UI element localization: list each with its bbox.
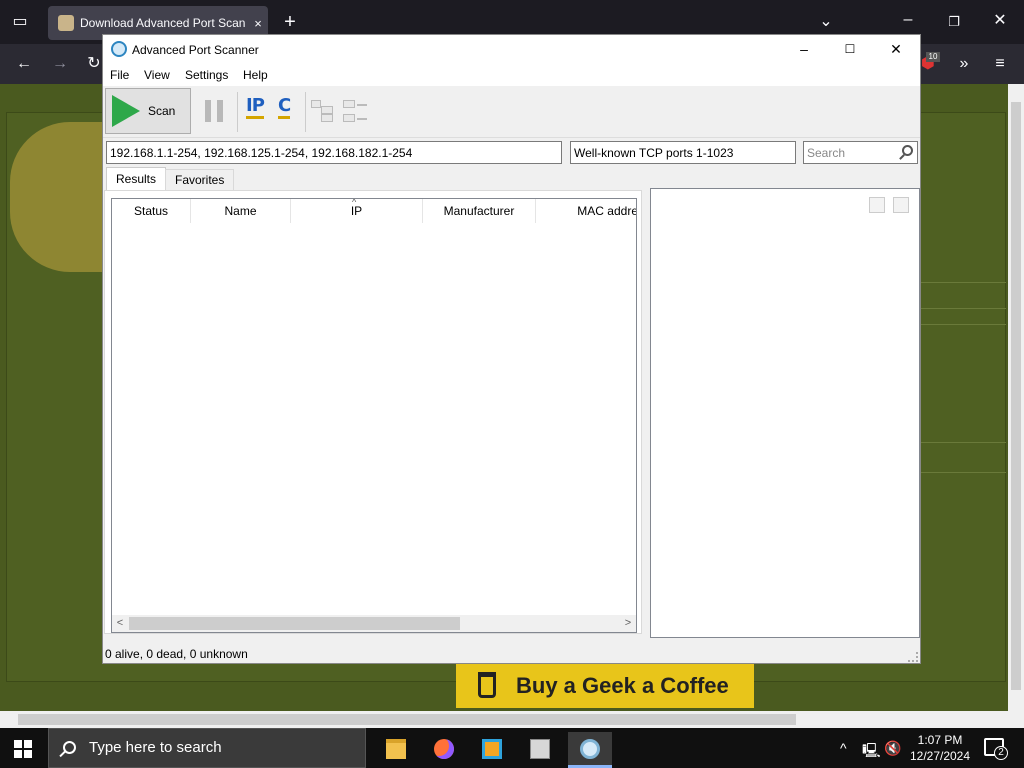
menu-file[interactable]: File (110, 68, 129, 82)
clock-time: 1:07 PM (917, 733, 963, 747)
status-bar: 0 alive, 0 dead, 0 unknown (103, 646, 920, 664)
more-tools-icon[interactable]: » (954, 56, 974, 72)
close-button[interactable]: ✕ (873, 37, 919, 61)
windows-start-icon[interactable] (14, 740, 32, 758)
web-divider (920, 308, 1006, 309)
taskbar-search-input[interactable]: Type here to search (48, 728, 366, 768)
minimize-button[interactable]: – (781, 37, 827, 61)
reload-icon[interactable]: ↻ (84, 56, 104, 72)
show-hidden-icons-icon[interactable]: ^ (840, 740, 847, 756)
buy-coffee-text: Buy a Geek a Coffee (516, 673, 729, 698)
back-icon[interactable]: ← (14, 56, 34, 72)
column-mac-address[interactable]: MAC addre (536, 199, 636, 223)
details-pane (650, 188, 920, 638)
sort-ascending-icon: ^ (352, 198, 357, 207)
port-scanner-icon (111, 41, 127, 57)
taskbar: Type here to search ^ 🖳 🔇 1:07 PM 12/27/… (0, 728, 1024, 768)
ip-range-input[interactable]: 192.168.1.1-254, 192.168.125.1-254, 192.… (106, 141, 562, 164)
pause-icon (205, 100, 211, 122)
tab-results[interactable]: Results (106, 167, 167, 191)
ublock-badge: 10 (926, 52, 940, 62)
new-tab-button[interactable]: + (280, 12, 300, 32)
menu-bar: File View Settings Help (103, 64, 920, 86)
page-vertical-scrollbar[interactable] (1008, 84, 1024, 711)
save-icon[interactable] (893, 197, 909, 213)
coffee-cup-icon (478, 672, 496, 698)
browser-tab-title: Download Advanced Port Scan (80, 16, 246, 30)
buy-coffee-banner[interactable]: Buy a Geek a Coffee (456, 664, 754, 708)
page-horizontal-scrollbar[interactable] (0, 711, 1024, 728)
virtualbox-icon[interactable] (470, 732, 514, 768)
network-icon[interactable] (518, 732, 562, 768)
search-icon (63, 741, 76, 754)
tab-favorites[interactable]: Favorites (165, 169, 235, 190)
maximize-button[interactable]: ☐ (827, 37, 873, 61)
tree-expand-icon[interactable] (311, 100, 335, 122)
scan-button[interactable]: Scan (105, 88, 191, 134)
menu-settings[interactable]: Settings (185, 68, 228, 82)
taskbar-search-placeholder: Type here to search (89, 739, 222, 756)
file-explorer-icon[interactable] (374, 732, 418, 768)
port-scanner-icon[interactable] (568, 732, 612, 768)
play-icon (112, 95, 140, 127)
toolbar-separator (305, 92, 306, 132)
network-status-icon[interactable]: 🖳 (862, 740, 881, 764)
clock-date: 12/27/2024 (909, 749, 971, 763)
ip-icon[interactable]: IP (246, 96, 265, 119)
clock[interactable]: 1:07 PM 12/27/2024 (904, 732, 976, 764)
ports-input[interactable]: Well-known TCP ports 1-1023 (570, 141, 796, 164)
menu-help[interactable]: Help (243, 68, 268, 82)
forward-icon[interactable]: → (50, 56, 70, 72)
toolbar: Scan IP C (103, 86, 920, 138)
menu-view[interactable]: View (144, 68, 170, 82)
scroll-thumb[interactable] (1011, 102, 1021, 690)
results-pane: Status Name IP ^ Manufacturer MAC addre … (104, 190, 642, 634)
c-icon[interactable]: C (278, 96, 291, 119)
scan-label: Scan (148, 104, 176, 118)
column-ip[interactable]: IP (291, 199, 423, 223)
web-divider (920, 442, 1006, 443)
scroll-thumb[interactable] (129, 617, 460, 630)
column-manufacturer[interactable]: Manufacturer (423, 199, 536, 223)
port-scanner-window: Advanced Port Scanner – ☐ ✕ File View Se… (102, 34, 921, 664)
minimize-icon[interactable]: – (898, 12, 918, 28)
status-text: 0 alive, 0 dead, 0 unknown (105, 647, 248, 661)
search-placeholder: Search (807, 146, 846, 160)
firefox-icon[interactable] (422, 732, 466, 768)
resize-grip-icon[interactable] (908, 652, 918, 662)
close-icon[interactable]: ✕ (990, 13, 1010, 29)
column-status[interactable]: Status (112, 199, 191, 223)
restore-icon[interactable]: ❐ (944, 14, 964, 30)
tab-list-icon[interactable]: ▭ (10, 14, 30, 30)
scroll-left-icon[interactable]: < (112, 616, 128, 631)
grid-header: Status Name IP ^ Manufacturer MAC addre (112, 198, 636, 223)
scroll-thumb[interactable] (18, 714, 796, 725)
search-icon[interactable] (902, 145, 913, 156)
menu-icon[interactable]: ≡ (990, 56, 1010, 72)
tab-favicon-icon (58, 15, 74, 31)
notification-count: 2 (994, 746, 1008, 760)
web-divider (920, 324, 1006, 325)
pause-button[interactable] (205, 100, 223, 122)
chevron-down-icon[interactable]: ⌄ (816, 14, 836, 30)
search-input[interactable]: Search (803, 141, 918, 164)
column-name[interactable]: Name (191, 199, 291, 223)
volume-muted-icon[interactable]: 🔇 (884, 740, 901, 757)
scroll-right-icon[interactable]: > (620, 616, 636, 631)
toolbar-separator (237, 92, 238, 132)
web-divider (920, 472, 1006, 473)
tree-collapse-icon[interactable] (343, 100, 367, 122)
window-title: Advanced Port Scanner (132, 43, 259, 57)
print-icon[interactable] (869, 197, 885, 213)
results-grid[interactable]: Status Name IP ^ Manufacturer MAC addre … (111, 198, 637, 633)
tab-close-icon[interactable]: × (248, 16, 268, 31)
grid-horizontal-scrollbar[interactable]: < > (112, 615, 636, 632)
title-bar[interactable]: Advanced Port Scanner – ☐ ✕ (103, 35, 920, 64)
web-divider (920, 282, 1006, 283)
